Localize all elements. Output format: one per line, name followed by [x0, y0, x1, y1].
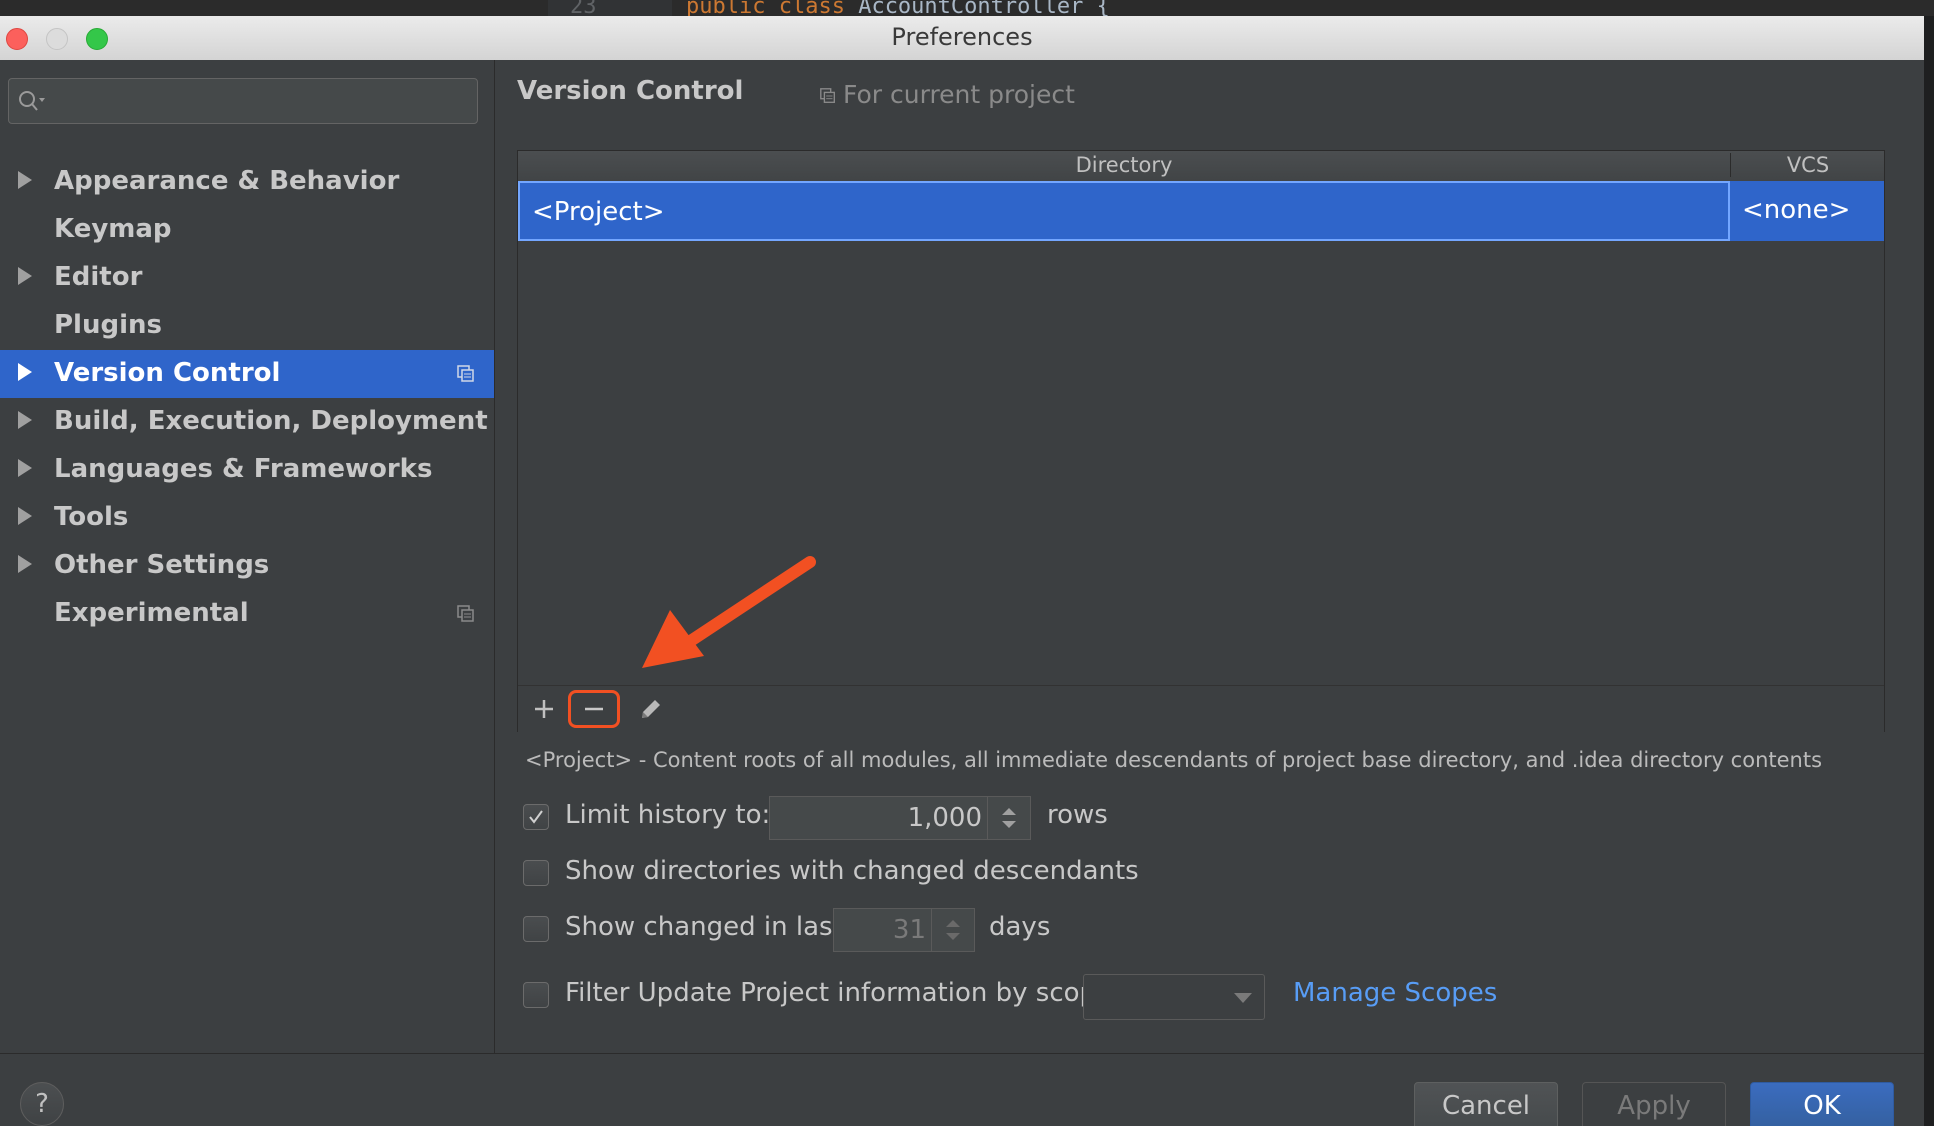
chevron-down-icon — [1234, 993, 1252, 1003]
show-changed-suffix: days — [989, 912, 1051, 942]
scope-label-text: For current project — [843, 80, 1075, 109]
page-title: Version Control — [517, 76, 744, 106]
expand-arrow-icon[interactable] — [18, 411, 32, 429]
vcs-value: <none> — [1742, 195, 1851, 225]
table-toolbar — [518, 685, 1884, 732]
filter-update-label: Filter Update Project information by sco… — [565, 978, 1113, 1008]
show-dirs-row: Show directories with changed descendant… — [523, 852, 1883, 896]
project-scope-label: For current project — [819, 80, 1075, 109]
show-changed-spinner[interactable]: 31 — [833, 908, 975, 952]
edit-mapping-button[interactable] — [632, 691, 668, 727]
show-changed-checkbox[interactable] — [523, 916, 549, 942]
sidebar-item-label: Editor — [54, 262, 143, 292]
limit-history-value: 1,000 — [907, 803, 982, 833]
project-settings-icon — [457, 605, 474, 622]
show-changed-value: 31 — [892, 915, 926, 945]
column-header-directory[interactable]: Directory — [518, 153, 1730, 177]
sidebar-item-label: Version Control — [54, 358, 281, 388]
limit-history-suffix: rows — [1047, 800, 1108, 830]
plus-icon — [535, 700, 553, 718]
title-bar: Preferences — [0, 16, 1924, 61]
help-button[interactable]: ? — [20, 1082, 64, 1126]
expand-arrow-icon[interactable] — [18, 171, 32, 189]
annotation-arrow-icon — [642, 556, 816, 668]
sidebar-item-label: Experimental — [54, 598, 249, 628]
up-down-arrows-icon — [946, 920, 960, 940]
sidebar-item-label: Other Settings — [54, 550, 270, 580]
project-settings-icon — [820, 88, 835, 103]
search-icon — [19, 91, 45, 111]
add-mapping-button[interactable] — [526, 691, 562, 727]
minus-icon — [585, 707, 603, 711]
sidebar-item-tools[interactable]: Tools — [0, 494, 494, 542]
sidebar-item-keymap[interactable]: Keymap — [0, 206, 494, 254]
spinner-arrows[interactable] — [931, 909, 974, 951]
sidebar-item-label: Appearance & Behavior — [54, 166, 400, 196]
sidebar-item-other-settings[interactable]: Other Settings — [0, 542, 494, 590]
expand-arrow-icon[interactable] — [18, 555, 32, 573]
column-header-vcs[interactable]: VCS — [1730, 153, 1885, 177]
sidebar-item-build-execution-deployment[interactable]: Build, Execution, Deployment — [0, 398, 494, 446]
up-down-arrows-icon — [1002, 808, 1016, 828]
sidebar-item-version-control[interactable]: Version Control — [0, 350, 494, 398]
checkmark-icon — [529, 810, 543, 824]
directory-cell[interactable]: <Project> — [518, 181, 1730, 241]
spinner-arrows[interactable] — [987, 797, 1030, 839]
show-dirs-label[interactable]: Show directories with changed descendant… — [565, 856, 1139, 886]
sidebar-item-plugins[interactable]: Plugins — [0, 302, 494, 350]
settings-search-input[interactable] — [8, 78, 478, 124]
settings-sidebar: Appearance & Behavior Keymap Editor Plug… — [0, 60, 495, 1053]
remove-mapping-button[interactable] — [568, 690, 620, 728]
show-changed-row: Show changed in last 31 days — [523, 908, 1883, 952]
cancel-button[interactable]: Cancel — [1414, 1082, 1558, 1126]
show-dirs-checkbox[interactable] — [523, 860, 549, 886]
show-changed-label: Show changed in last — [565, 912, 843, 942]
pencil-icon — [642, 700, 660, 718]
scope-select[interactable] — [1083, 974, 1265, 1020]
limit-history-checkbox[interactable] — [523, 804, 549, 830]
apply-button[interactable]: Apply — [1582, 1082, 1726, 1126]
ok-button[interactable]: OK — [1750, 1082, 1894, 1126]
manage-scopes-link[interactable]: Manage Scopes — [1293, 978, 1497, 1008]
sidebar-item-experimental[interactable]: Experimental — [0, 590, 494, 638]
sidebar-item-label: Keymap — [54, 214, 172, 244]
limit-history-spinner[interactable]: 1,000 — [769, 796, 1031, 840]
expand-arrow-icon[interactable] — [18, 363, 32, 381]
sidebar-item-label: Tools — [54, 502, 129, 532]
filter-update-row: Filter Update Project information by sco… — [523, 974, 1883, 1022]
sidebar-item-appearance-behavior[interactable]: Appearance & Behavior — [0, 158, 494, 206]
project-hint-text: <Project> - Content roots of all modules… — [525, 748, 1823, 772]
sidebar-item-editor[interactable]: Editor — [0, 254, 494, 302]
sidebar-item-languages-frameworks[interactable]: Languages & Frameworks — [0, 446, 494, 494]
expand-arrow-icon[interactable] — [18, 507, 32, 525]
background-strip — [1924, 16, 1934, 1126]
window-title: Preferences — [891, 23, 1033, 51]
table-row[interactable]: <Project> <none> — [518, 181, 1884, 241]
preferences-dialog: Preferences Appearance & Behavior Keymap… — [0, 16, 1924, 1126]
dialog-footer: ? Cancel Apply OK — [0, 1053, 1924, 1126]
expand-arrow-icon[interactable] — [18, 267, 32, 285]
sidebar-item-label: Build, Execution, Deployment — [54, 406, 488, 436]
sidebar-item-label: Languages & Frameworks — [54, 454, 433, 484]
project-settings-icon — [457, 365, 474, 382]
limit-history-row: Limit history to: 1,000 rows — [523, 796, 1883, 840]
limit-history-label: Limit history to: — [565, 800, 771, 830]
table-header: Directory VCS — [518, 151, 1884, 182]
directory-value: <Project> — [532, 197, 665, 227]
expand-arrow-icon[interactable] — [18, 459, 32, 477]
filter-update-checkbox[interactable] — [523, 982, 549, 1008]
sidebar-item-label: Plugins — [54, 310, 162, 340]
vcs-cell[interactable]: <none> — [1730, 181, 1884, 241]
